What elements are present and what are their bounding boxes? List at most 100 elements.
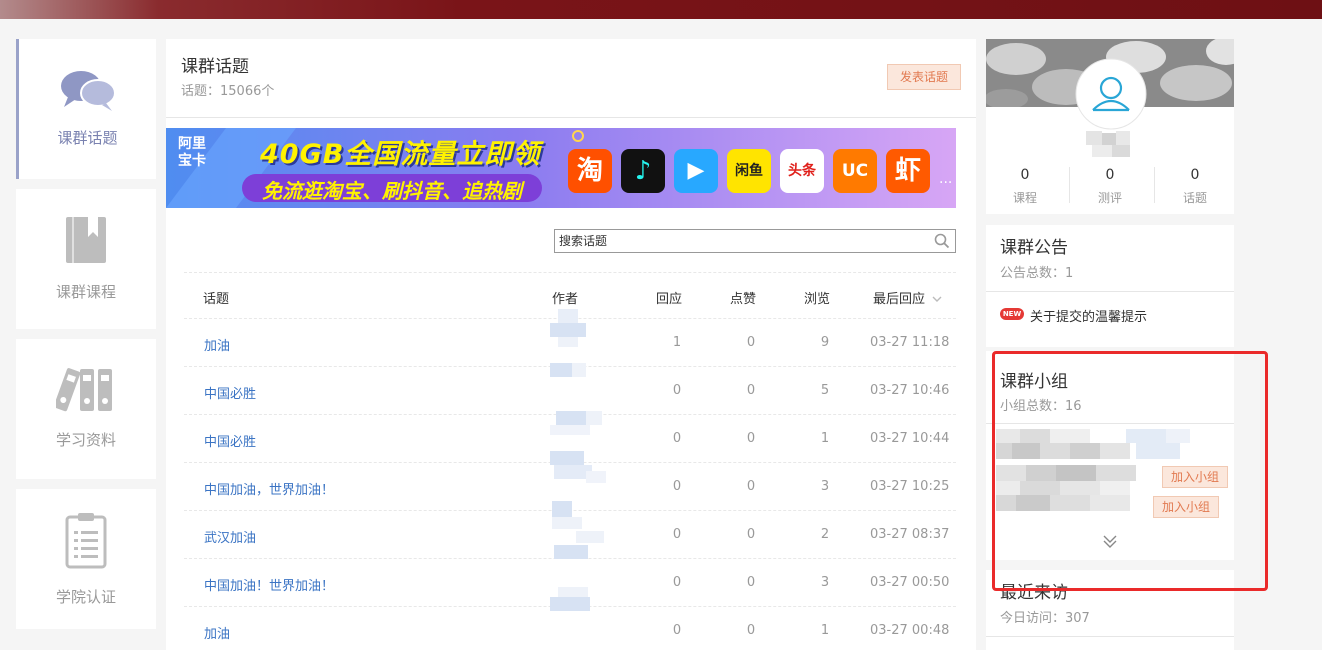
stat-topics-label: 话题 [1182, 191, 1207, 205]
reply-count: 0 [672, 527, 682, 542]
book-icon [66, 217, 106, 263]
divider [1154, 167, 1155, 203]
username-redacted [1086, 131, 1130, 157]
top-banner-bar [0, 0, 1322, 19]
like-count: 0 [746, 335, 756, 350]
col-header-likes[interactable]: 点赞 [730, 288, 756, 307]
nav-item-topics[interactable]: 课群话题 [16, 39, 156, 179]
col-header-topic: 话题 [203, 292, 230, 307]
view-count: 9 [820, 335, 830, 350]
chat-bubbles-icon [60, 71, 116, 111]
xianyu-icon: 闲鱼 [727, 149, 771, 193]
col-header-views[interactable]: 浏览 [804, 288, 830, 307]
reply-count: 0 [672, 383, 682, 398]
topic-link[interactable]: 加油 [204, 623, 230, 642]
last-reply-time: 03-27 11:18 [870, 335, 950, 350]
reply-count: 0 [672, 479, 682, 494]
notice-title: 课群公告 [1000, 238, 1068, 258]
col-header-last-reply[interactable]: 最后回应 [873, 288, 942, 307]
toutiao-icon: 头条 [780, 149, 824, 193]
topic-link[interactable]: 武汉加油 [204, 527, 256, 546]
stat-tests-value: 0 [1105, 167, 1115, 183]
nav-label: 课群课程 [55, 283, 116, 301]
topic-link[interactable]: 中国必胜 [204, 383, 256, 402]
banner-app-icons: 淘 ♪ ▶ 闲鱼 头条 UC 虾 ... [568, 149, 953, 193]
banner-brand-line1: 阿里 [178, 136, 206, 152]
ad-banner[interactable]: 阿里 宝卡 40GB全国流量立即领 免流逛淘宝、刷抖音、追热剧 淘 ♪ ▶ 闲鱼… [166, 128, 956, 208]
like-count: 0 [746, 479, 756, 494]
banner-brand-line2: 宝卡 [178, 153, 206, 169]
like-count: 0 [746, 383, 756, 398]
highlight-box [992, 351, 1268, 591]
new-badge: NEW [1000, 308, 1024, 320]
notice-card: 课群公告 公告总数：1 NEW 关于提交的温馨提示 [986, 225, 1234, 347]
banner-brand: 阿里 宝卡 [178, 136, 206, 170]
topic-link[interactable]: 加油 [204, 335, 230, 354]
last-reply-time: 03-27 00:50 [870, 575, 950, 590]
nav-label: 学院认证 [55, 588, 116, 606]
reply-count: 0 [672, 575, 682, 590]
banner-more: ... [939, 171, 953, 187]
clipboard-icon [65, 513, 107, 569]
view-count: 1 [820, 623, 830, 638]
page-title: 课群话题 [181, 57, 249, 77]
author-names-redacted [550, 309, 606, 611]
view-count: 3 [820, 575, 830, 590]
topic-link[interactable]: 中国加油，世界加油！ [204, 479, 334, 498]
view-count: 1 [820, 431, 830, 446]
reply-count: 0 [672, 431, 682, 446]
visitors-count: 今日访问：307 [1000, 611, 1090, 626]
nav-item-certification[interactable]: 学院认证 [16, 489, 156, 629]
view-count: 5 [820, 383, 830, 398]
youku-icon: ▶ [674, 149, 718, 193]
last-reply-time: 03-27 10:44 [870, 431, 950, 446]
avatar[interactable] [1075, 58, 1147, 130]
nav-label: 学习资料 [55, 431, 116, 449]
like-count: 0 [746, 623, 756, 638]
xiami-icon: 虾 [886, 149, 930, 193]
stat-courses-value: 0 [1020, 167, 1030, 183]
last-reply-time: 03-27 00:48 [870, 623, 950, 638]
search-box [554, 229, 956, 253]
col-header-replies[interactable]: 回应 [656, 288, 682, 307]
like-count: 0 [746, 431, 756, 446]
last-reply-time: 03-27 10:46 [870, 383, 950, 398]
profile-card: 0 课程 0 测评 0 话题 [986, 39, 1234, 214]
stat-topics-value: 0 [1190, 167, 1200, 183]
binders-icon [56, 368, 112, 412]
like-count: 0 [746, 575, 756, 590]
notice-item-link[interactable]: 关于提交的温馨提示 [1030, 306, 1147, 325]
banner-headline: 40GB全国流量立即领 [260, 139, 541, 170]
uc-icon: UC [833, 149, 877, 193]
view-count: 3 [820, 479, 830, 494]
last-reply-time: 03-27 08:37 [870, 527, 950, 542]
divider [166, 117, 976, 118]
douyin-icon: ♪ [621, 149, 665, 193]
last-reply-time: 03-27 10:25 [870, 479, 950, 494]
topic-link[interactable]: 中国必胜 [204, 431, 256, 450]
topics-panel: 课群话题 话题：15066个 发表话题 阿里 宝卡 40GB全国流量立即领 免流… [166, 39, 976, 650]
search-input[interactable] [555, 230, 925, 252]
topic-link[interactable]: 中国加油！世界加油！ [204, 575, 334, 594]
divider [184, 272, 956, 273]
col-header-last-reply-label: 最后回应 [873, 292, 926, 307]
taobao-icon: 淘 [568, 149, 612, 193]
reply-count: 0 [672, 623, 682, 638]
notice-count: 公告总数：1 [1000, 266, 1074, 281]
nav-item-materials[interactable]: 学习资料 [16, 339, 156, 479]
divider [986, 636, 1234, 637]
reply-count: 1 [672, 335, 682, 350]
view-count: 2 [820, 527, 830, 542]
like-count: 0 [746, 527, 756, 542]
nav-item-courses[interactable]: 课群课程 [16, 189, 156, 329]
nav-label: 课群话题 [57, 129, 118, 147]
topic-count: 话题：15066个 [181, 84, 275, 99]
divider [986, 291, 1234, 292]
chevron-down-icon [932, 296, 942, 302]
banner-subline: 免流逛淘宝、刷抖音、追热剧 [262, 179, 522, 203]
stat-courses-label: 课程 [1012, 191, 1037, 205]
stat-tests-label: 测评 [1097, 191, 1122, 205]
search-icon[interactable] [934, 233, 950, 249]
post-topic-button[interactable]: 发表话题 [887, 64, 961, 90]
divider [1069, 167, 1070, 203]
